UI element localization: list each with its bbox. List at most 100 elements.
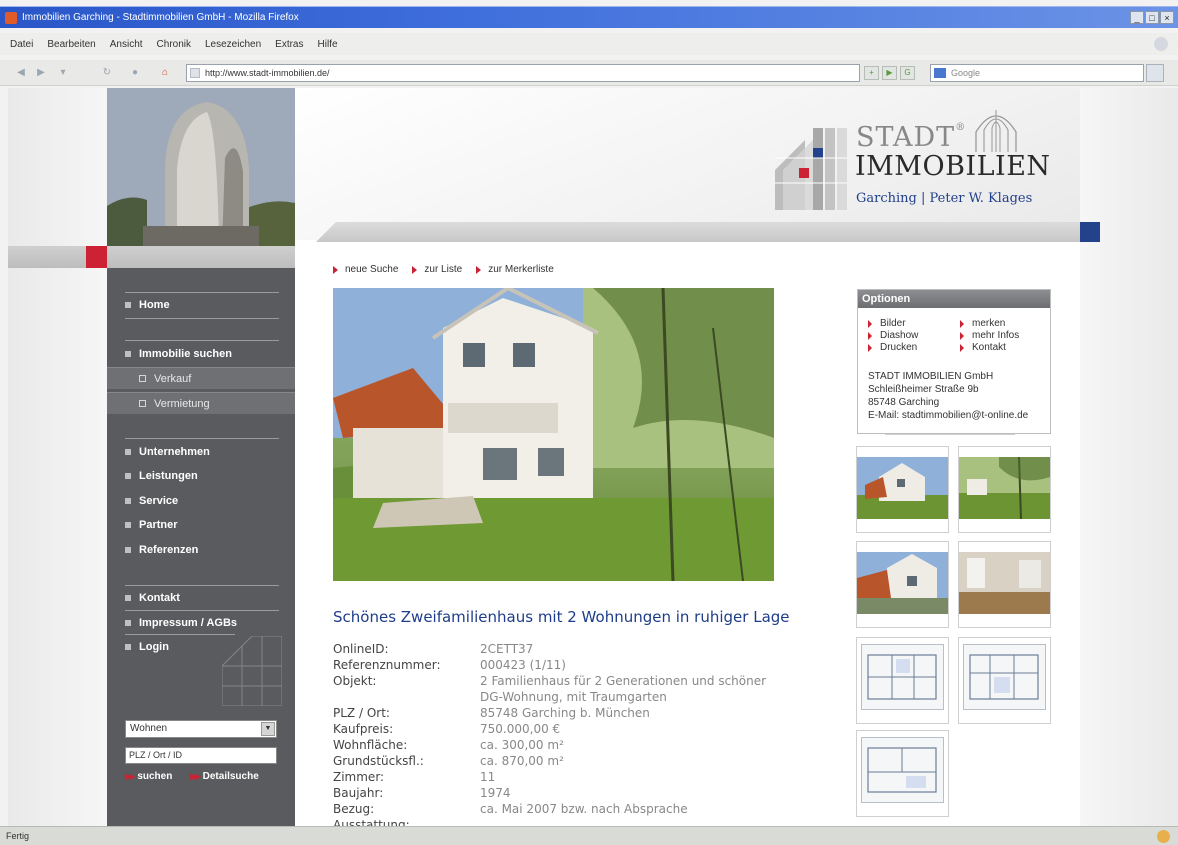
menu-chronik[interactable]: Chronik [157,39,191,50]
status-text: Fertig [6,831,30,841]
nav-partner[interactable]: Partner [125,517,178,533]
maximize-button[interactable]: □ [1145,11,1159,24]
company-email[interactable]: E-Mail: stadtimmobilien@t-online.de [868,409,1028,422]
nav-login[interactable]: Login [125,639,169,655]
bullet-icon [125,473,131,479]
menu-ansicht[interactable]: Ansicht [110,39,143,50]
history-dropdown-icon[interactable]: ▾ [56,67,70,79]
drucken-link[interactable]: Drucken [868,342,960,353]
logo-arch-icon [975,110,1017,152]
close-button[interactable]: × [1160,11,1174,24]
company-name: STADT IMMOBILIEN GmbH [868,371,994,382]
detail-value: DG-Wohnung, mit Traumgarten [480,690,667,704]
suchen-link[interactable]: ▶▶ suchen [125,771,172,782]
detailsuche-link[interactable]: ▶▶ Detailsuche [190,771,258,782]
detail-row: Grundstücksfl.: ca. 870,00 m² [333,753,800,769]
listing-details: OnlineID: 2CETT37 Referenznummer: 000423 (… [333,641,800,833]
thumbnail-interior[interactable] [958,541,1051,628]
property-main-photo[interactable] [333,288,774,581]
menu-hilfe[interactable]: Hilfe [318,39,338,50]
nav-service-label: Service [139,495,179,507]
suchen-label: suchen [137,771,173,782]
mehr-infos-link[interactable]: mehr Infos [960,330,1050,341]
go-icon[interactable]: ▶ [882,66,897,80]
chevron-down-icon[interactable]: ▼ [261,722,275,736]
home-icon[interactable]: ⌂ [158,67,172,79]
forward-icon[interactable]: ▶ [34,67,48,79]
kontakt-label: Kontakt [972,342,1006,353]
stop-icon[interactable]: ● [128,67,142,79]
back-icon[interactable]: ◀ [14,67,28,79]
nav-service[interactable]: Service [125,493,178,509]
zur-liste-link[interactable]: zur Liste [412,264,462,275]
thumbnail-floorplan-1[interactable] [856,637,949,724]
nav-leistungen-label: Leistungen [139,470,198,482]
nav-partner-label: Partner [139,519,178,531]
thumbnail-floorplan-3[interactable] [856,730,949,817]
nav-vermietung[interactable]: Vermietung [107,392,295,414]
page-icon [190,68,200,78]
menu-bearbeiten[interactable]: Bearbeiten [47,39,95,50]
bullet-icon [125,522,131,528]
reload-icon[interactable]: ↻ [100,67,114,79]
thumbnail-garden[interactable] [958,446,1051,533]
arrow-right-icon [960,319,964,328]
search-input[interactable]: Google [930,64,1144,82]
bullet-icon [125,620,131,626]
nav-divider [125,292,279,293]
merken-label: merken [972,318,1006,329]
menu-extras[interactable]: Extras [275,39,303,50]
detail-label: Referenznummer: [333,658,441,672]
thumbnail-floorplan-2[interactable] [958,637,1051,724]
zur-merkerliste-label: zur Merkerliste [488,264,554,275]
checkbox-icon [139,375,146,382]
thumbnail-exterior-front[interactable] [856,446,949,533]
nav-leistungen[interactable]: Leistungen [125,468,198,484]
nav-divider [125,340,279,341]
bilder-link[interactable]: Bilder [868,318,960,329]
zur-merkerliste-link[interactable]: zur Merkerliste [476,264,554,275]
menu-datei[interactable]: Datei [10,39,33,50]
plz-ort-id-input[interactable]: PLZ / Ort / ID [125,747,277,764]
neue-suche-label: neue Suche [345,264,399,275]
menu-bar: Datei Bearbeiten Ansicht Chronik Lesezei… [0,33,1178,55]
nav-verkauf[interactable]: Verkauf [107,367,295,389]
neue-suche-link[interactable]: neue Suche [333,264,398,275]
minimize-button[interactable]: _ [1130,11,1144,24]
thumbnail-exterior-side[interactable] [856,541,949,628]
detail-label: Grundstücksfl.: [333,754,424,768]
detail-value: ca. Mai 2007 bzw. nach Absprache [480,802,688,816]
detail-value: 85748 Garching b. München [480,706,650,720]
nav-referenzen[interactable]: Referenzen [125,542,198,558]
url-bar[interactable]: http://www.stadt-immobilien.de/ [186,64,860,82]
bullet-icon [125,302,131,308]
bookmark-icon[interactable]: + [864,66,879,80]
diashow-link[interactable]: Diashow [868,330,960,341]
arrow-right-icon [476,265,482,274]
nav-unternehmen-label: Unternehmen [139,446,210,458]
logo-stadt: STADT® [856,122,966,153]
options-header: Optionen [858,290,1050,308]
detail-row: Kaufpreis: 750.000,00 € [333,721,800,737]
company-street: Schleißheimer Straße 9b [868,384,979,395]
merken-link[interactable]: merken [960,318,1050,329]
nav-impressum[interactable]: Impressum / AGBs [125,615,237,631]
nav-divider [125,634,235,635]
nav-vermietung-label: Vermietung [154,397,210,410]
nav-kontakt[interactable]: Kontakt [125,590,180,606]
menu-lesezeichen[interactable]: Lesezeichen [205,39,261,50]
arrow-right-icon [333,265,338,274]
search-icon[interactable] [1146,64,1164,82]
kontakt-link[interactable]: Kontakt [960,342,1050,353]
logo-graphic[interactable] [775,128,847,210]
nav-immobilie-suchen[interactable]: Immobilie suchen [125,346,232,362]
detail-row: Referenznummer: 000423 (1/11) [333,657,800,673]
property-type-select[interactable]: Wohnen ▼ [125,720,277,738]
nav-immobilie-suchen-label: Immobilie suchen [139,348,232,360]
search-engine-icon[interactable]: G [900,66,915,80]
blue-accent-square [1080,222,1100,242]
drucken-label: Drucken [880,342,918,353]
nav-home[interactable]: Home [125,297,170,313]
property-type-value: Wohnen [130,723,168,734]
nav-unternehmen[interactable]: Unternehmen [125,444,210,460]
